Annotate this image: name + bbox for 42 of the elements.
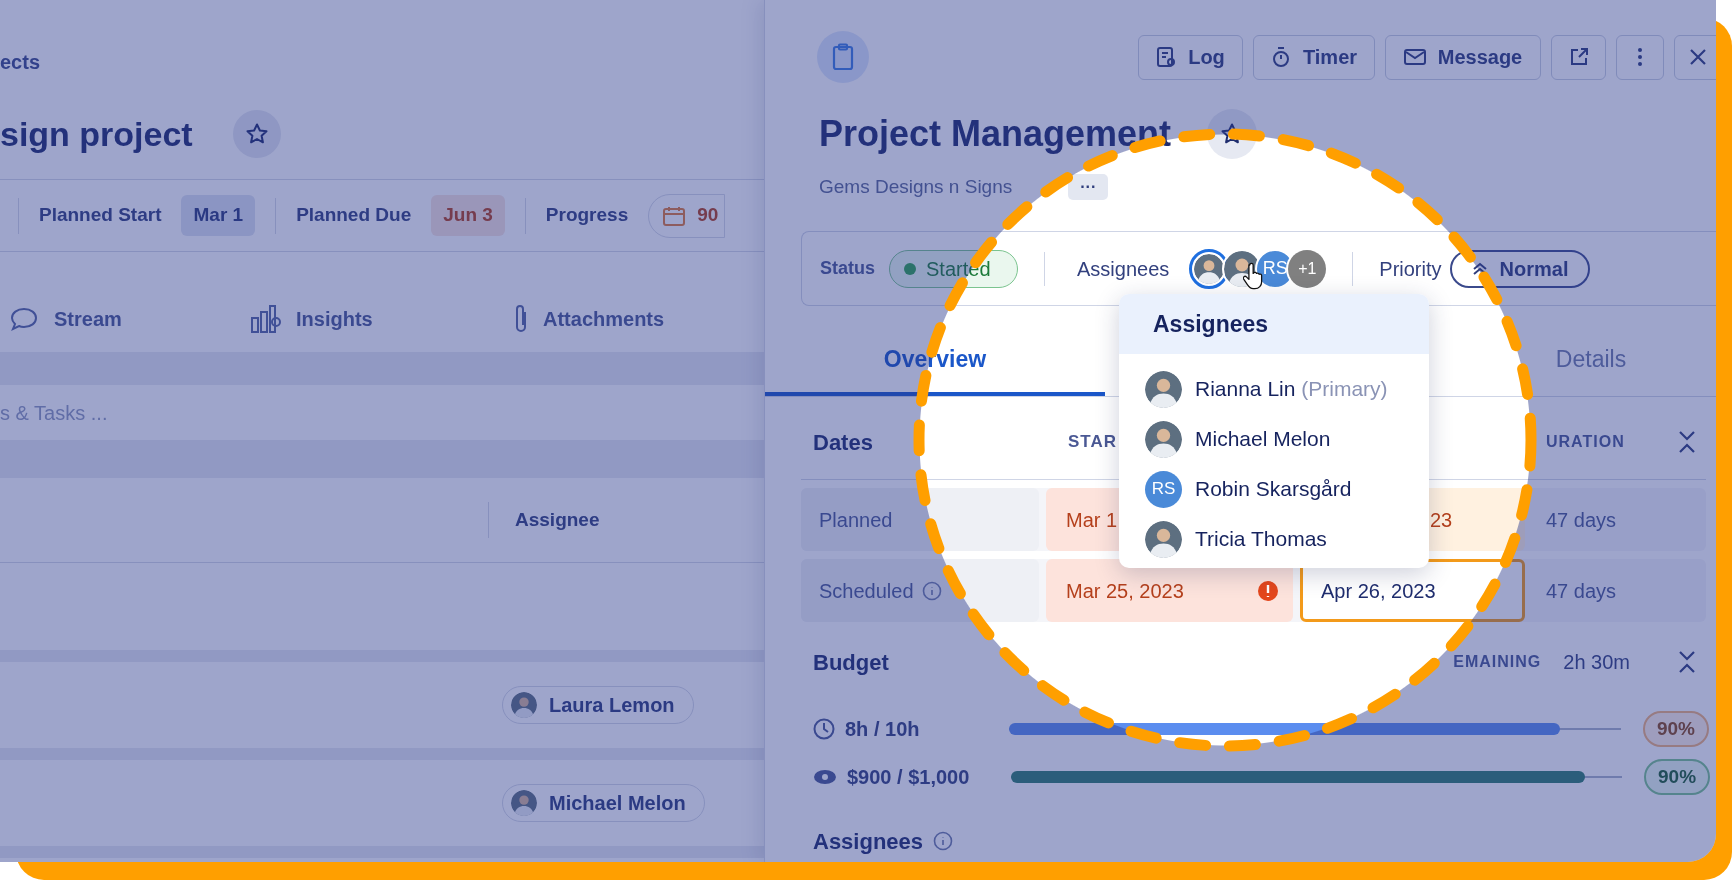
toolbar-button[interactable]: Timer: [1253, 34, 1375, 80]
tab[interactable]: Stream: [54, 304, 122, 334]
section-title: Assignees: [813, 827, 924, 856]
more-button[interactable]: ···: [1068, 174, 1109, 200]
percent-pill: 90%: [1644, 759, 1710, 795]
panel-title: Project Management: [819, 112, 1172, 156]
meta-label: Planned Start: [39, 203, 162, 228]
row-label: Planned: [819, 507, 893, 533]
tab[interactable]: Insights: [296, 304, 373, 334]
column-header: STAR: [1068, 431, 1117, 454]
assignee-option[interactable]: RS Robin Skarsgård: [1119, 464, 1429, 514]
avatar: RS: [1145, 470, 1182, 508]
tab[interactable]: Attachments: [543, 304, 665, 334]
toolbar-button[interactable]: Message: [1385, 34, 1541, 80]
project-title: sign project: [0, 113, 193, 155]
column-header: EMAINING: [1453, 652, 1542, 672]
section-title: Dates: [812, 428, 874, 457]
priority-chip[interactable]: Normal: [1449, 249, 1590, 288]
assignee-option[interactable]: Rianna Lin (Primary): [1119, 364, 1429, 414]
row-label: Scheduled: [819, 578, 914, 604]
budget-amount: $900 / $1,000: [846, 765, 971, 790]
meta-label: Planned Due: [296, 203, 412, 228]
more-assignees-count[interactable]: +1: [1288, 249, 1327, 288]
dropdown-title: Assignees: [1153, 309, 1269, 339]
assignees-label: Assignees: [1077, 256, 1170, 282]
toolbar-button[interactable]: Log: [1138, 34, 1243, 80]
remaining-value: 2h 30m: [1563, 650, 1630, 675]
assignee-option[interactable]: Michael Melon: [1119, 414, 1429, 464]
duration-value: 47 days: [1546, 507, 1617, 533]
column-header: Assignee: [515, 507, 600, 532]
column-header: URATION: [1546, 432, 1625, 452]
budget-amount: 8h / 10h: [845, 717, 921, 742]
meta-label: Progress: [545, 203, 629, 228]
percent-pill: 90%: [1643, 711, 1709, 747]
duration-value: 47 days: [1546, 578, 1617, 604]
section-title: Budget: [812, 648, 889, 677]
priority-label: Priority: [1379, 256, 1442, 282]
tab[interactable]: Overview: [765, 326, 1105, 396]
date-chip: Jun 3: [431, 195, 505, 236]
status-label: Status: [820, 257, 875, 280]
client-name: Gems Designs n Signs: [819, 174, 1013, 199]
date-chip: Mar 1: [181, 195, 256, 236]
